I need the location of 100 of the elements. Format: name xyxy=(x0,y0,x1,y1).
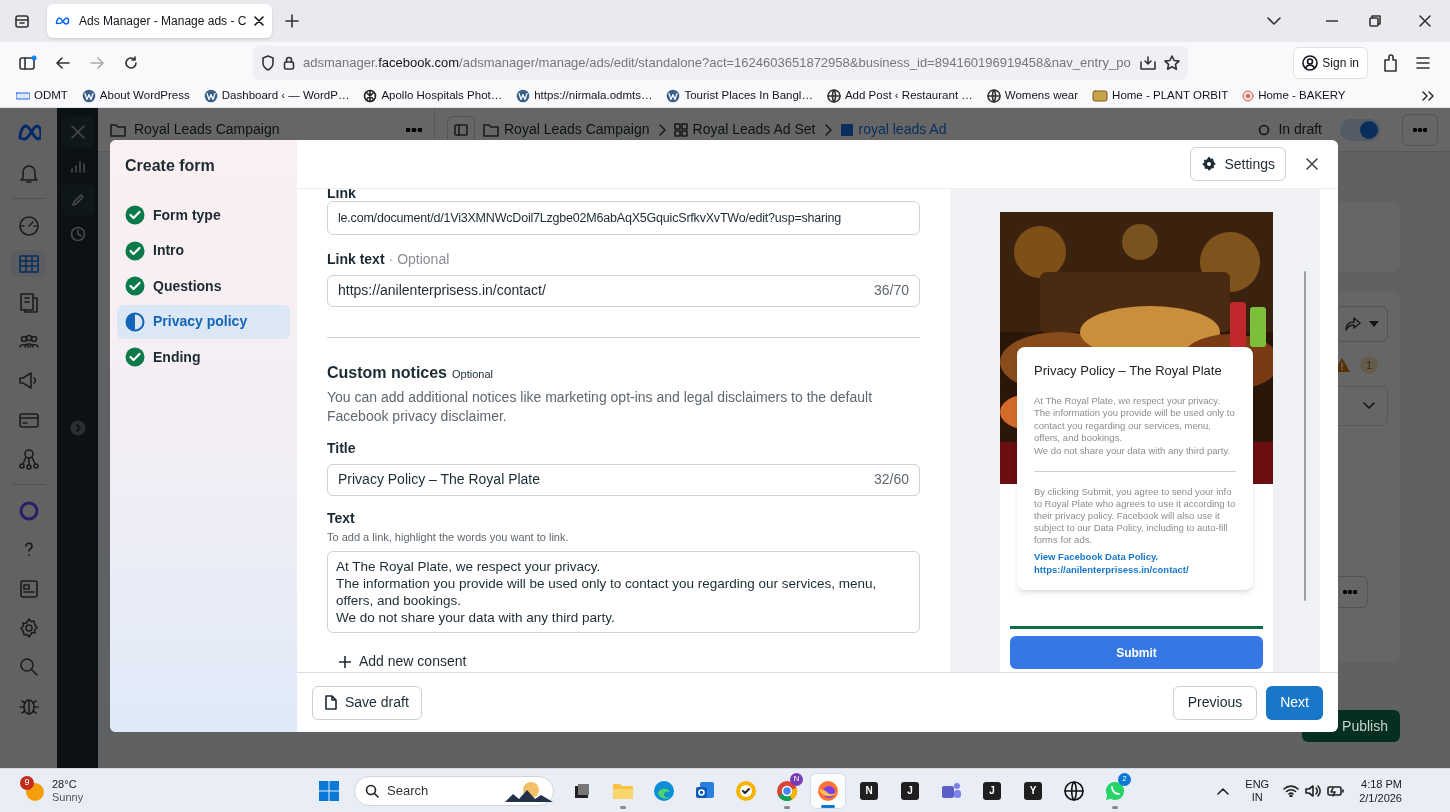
step-item[interactable]: Intro xyxy=(117,233,290,268)
firefox-logo-icon xyxy=(817,779,839,802)
link-field[interactable]: le.com/document/d/1Vi3XMNWcDoil7Lzgbe02M6abAqX5GquicSrfkvXvTWo/edit?usp=sharing xyxy=(327,201,920,236)
bakery-logo-icon xyxy=(1242,89,1255,102)
extensions-icon[interactable] xyxy=(1382,54,1398,72)
folder-icon xyxy=(483,122,499,137)
globe-icon xyxy=(826,88,841,103)
bookmark[interactable]: Dashboard ‹ — WordP… xyxy=(203,86,350,105)
share-icon xyxy=(1345,317,1361,331)
more-icon[interactable] xyxy=(406,127,422,132)
bookmark[interactable]: Tourist Places In Bangl… xyxy=(666,86,813,105)
wordpress-logo-icon xyxy=(516,88,531,103)
policy-link[interactable]: View Facebook Data Policy. xyxy=(1034,550,1159,564)
address-bar[interactable]: adsmanager.facebook.com/adsmanager/manage/ads/edit/standalone?act=1624603651872958&business_id=894160196919458&nav_entry_po xyxy=(253,46,1188,80)
close-icon[interactable] xyxy=(254,16,265,26)
notification-badge: 2 xyxy=(1118,772,1131,786)
close-icon[interactable] xyxy=(1419,15,1431,27)
warning-count: 1 xyxy=(1360,356,1378,374)
dialog-title: Create form xyxy=(124,156,216,176)
bookmark[interactable]: Home - BAKERY xyxy=(1242,86,1346,105)
check-circle-icon xyxy=(125,347,145,367)
menu-icon[interactable] xyxy=(1416,57,1430,69)
reload-icon[interactable] xyxy=(124,56,138,70)
publish-toggle[interactable] xyxy=(1340,118,1380,141)
chevron-up-icon[interactable] xyxy=(1217,786,1230,795)
taskbar-app[interactable]: 2 xyxy=(1097,772,1133,809)
step-item[interactable]: Form type xyxy=(117,198,290,232)
taskbar-search[interactable]: Search xyxy=(354,775,554,806)
tab-overview-icon[interactable] xyxy=(14,13,30,29)
bookmark-star-icon[interactable] xyxy=(1164,55,1180,71)
text-area[interactable]: At The Royal Plate, we respect your privacy. The information you provide will be used only to contact you regarding our services, menu, offers, and bookings. We do not share your data with any third party. xyxy=(327,551,920,633)
taskbar-app[interactable]: N xyxy=(851,772,887,809)
field-hint: To add a link, highlight the words you want to link. xyxy=(327,529,570,545)
restore-icon[interactable] xyxy=(1369,15,1381,27)
chevron-right-icon xyxy=(657,123,666,136)
field-label: Link text xyxy=(327,250,385,270)
draft-status-icon xyxy=(1258,123,1271,136)
link-text-field[interactable]: https://anilenterprisess.in/contact/ 36/70 xyxy=(327,275,920,307)
browser-tab[interactable]: Ads Manager - Manage ads - C xyxy=(47,4,273,38)
campaign-title: Royal Leads Campaign xyxy=(134,120,281,139)
clock-time: 4:18 PM xyxy=(1361,776,1402,791)
section-description: You can add additional notices like marketing opt-ins and legal disclaimers to the default Facebook privacy disclaimer. xyxy=(327,387,874,426)
back-icon[interactable] xyxy=(56,57,70,69)
policy-link[interactable]: https://anilenterprisess.in/contact/ xyxy=(1034,563,1189,577)
language-indicator[interactable]: ENG xyxy=(1245,777,1270,791)
document-icon xyxy=(325,695,337,710)
bookmark[interactable]: Home - PLANT ORBIT xyxy=(1092,86,1229,105)
sign-in-button[interactable]: Sign in xyxy=(1293,47,1368,79)
globe-icon xyxy=(986,88,1001,103)
more-icon xyxy=(1413,127,1427,132)
settings-button[interactable]: Settings xyxy=(1190,147,1286,181)
url-text: adsmanager.facebook.com/adsmanager/manage/ads/edit/standalone?act=1624603651872958&business_id=894160196919458&nav_entry_po xyxy=(303,54,1132,73)
taskbar-app[interactable]: J xyxy=(892,772,928,809)
bookmark[interactable]: Apollo Hospitals Phot… xyxy=(363,86,503,105)
windows-start-icon[interactable] xyxy=(318,779,340,802)
chat-app-icon xyxy=(1104,779,1126,802)
folder-icon xyxy=(110,122,126,137)
wordpress-logo-icon xyxy=(81,88,96,103)
save-page-icon[interactable] xyxy=(1140,56,1156,70)
bookmark[interactable]: Womens wear xyxy=(986,86,1079,105)
new-tab-icon[interactable] xyxy=(285,14,300,28)
pencil-icon[interactable] xyxy=(70,193,85,207)
status-text: In draft xyxy=(1278,120,1322,139)
field-label: Title xyxy=(327,438,357,458)
network-icon[interactable] xyxy=(16,446,41,471)
submit-button[interactable]: Submit xyxy=(1010,636,1263,669)
step-item[interactable]: Ending xyxy=(117,340,290,374)
taskbar-app[interactable]: N xyxy=(769,772,805,809)
save-draft-button[interactable]: Save draft xyxy=(312,685,422,720)
step-item[interactable]: Privacy policy xyxy=(117,304,290,339)
plus-icon xyxy=(339,655,351,668)
search-icon xyxy=(365,783,379,798)
taskbar-app[interactable]: Y xyxy=(1015,772,1051,809)
bookmark[interactable]: https://nirmala.odmts… xyxy=(516,86,653,105)
wifi-icon xyxy=(1283,784,1300,797)
bookmark[interactable]: Add Post ‹ Restaurant … xyxy=(826,86,973,105)
chrome-logo-icon xyxy=(776,779,798,802)
history-icon[interactable] xyxy=(69,226,86,242)
card-title: Privacy Policy – The Royal Plate xyxy=(1034,362,1223,380)
add-consent-button[interactable]: Add new consent xyxy=(339,651,467,672)
chevron-down-icon[interactable] xyxy=(1267,17,1281,25)
optional-label: Optional xyxy=(452,366,493,382)
disclaimer-text: By clicking Submit, you agree to send your info to Royal Plate who agrees to use it according to their privacy policy. Facebook will also use it subject to our Data Policy, including to auto-fill forms for ads. xyxy=(1034,486,1236,547)
account-icon xyxy=(1302,55,1319,71)
next-button[interactable]: Next xyxy=(1266,685,1323,720)
grid-icon xyxy=(673,122,688,137)
panel-toggle-icon[interactable] xyxy=(454,123,468,136)
title-field[interactable]: Privacy Policy – The Royal Plate 32/60 xyxy=(327,463,920,496)
app-letter-icon: N xyxy=(860,781,878,800)
step-item[interactable]: Questions xyxy=(117,269,290,303)
sidebar-icon[interactable] xyxy=(19,55,37,71)
bookmark[interactable]: ODMT xyxy=(16,86,68,105)
more-bookmarks-icon[interactable] xyxy=(1422,90,1434,101)
settings-icon xyxy=(1201,156,1218,172)
wordpress-logo-icon xyxy=(203,88,218,103)
bookmark[interactable]: About WordPress xyxy=(81,86,190,105)
taskbar-app[interactable]: J xyxy=(974,772,1010,809)
previous-button[interactable]: Previous xyxy=(1172,685,1258,720)
notification-badge: N xyxy=(790,772,803,786)
half-circle-icon xyxy=(125,311,145,332)
